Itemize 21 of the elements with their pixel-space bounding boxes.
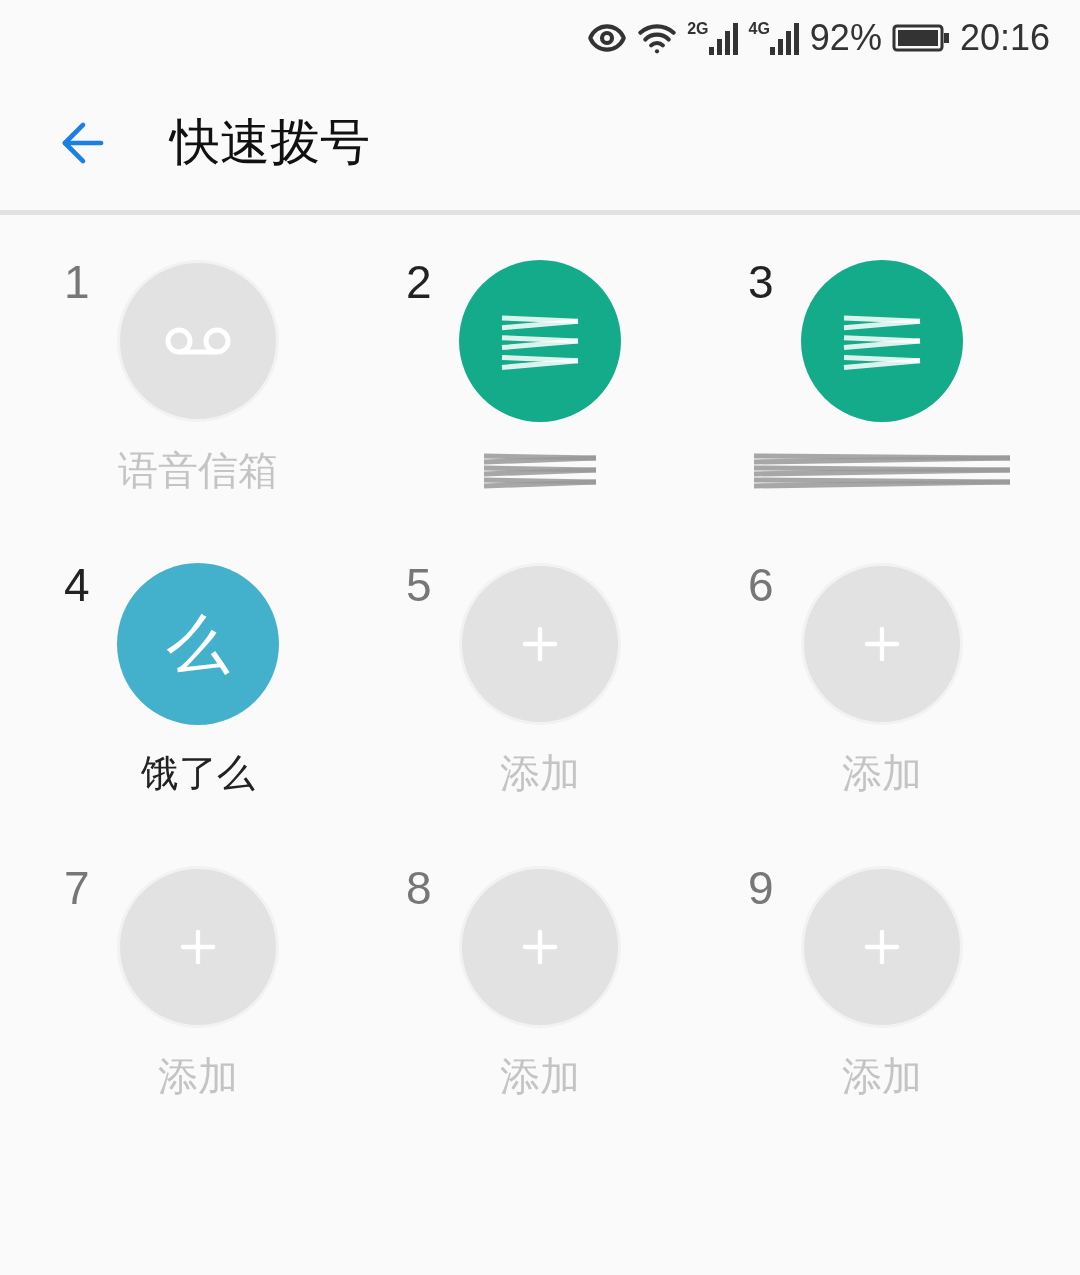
slot-number: 3 [748,256,774,308]
slot-number: 7 [64,862,90,914]
avatar-initial: 么 [166,612,230,676]
battery-percent: 92% [809,15,882,60]
slot-number: 5 [406,559,432,611]
battery-icon [891,23,950,52]
slot-number: 1 [64,256,90,308]
contact-avatar[interactable]: 么 [117,563,279,725]
network-type: 2G [687,20,709,37]
network-type: 4G [748,20,770,37]
slot-number: 8 [406,862,432,914]
signal-icon [769,20,800,55]
clock: 20:16 [959,15,1050,60]
signal-icon [708,20,739,55]
slot-number: 9 [748,862,774,914]
voicemail-icon [165,327,231,355]
page-title: 快速拨号 [170,113,370,172]
contact-name: 饿了么 [141,754,255,792]
slot-number: 4 [64,559,90,611]
slot-number: 6 [748,559,774,611]
slot-number: 2 [406,256,432,308]
